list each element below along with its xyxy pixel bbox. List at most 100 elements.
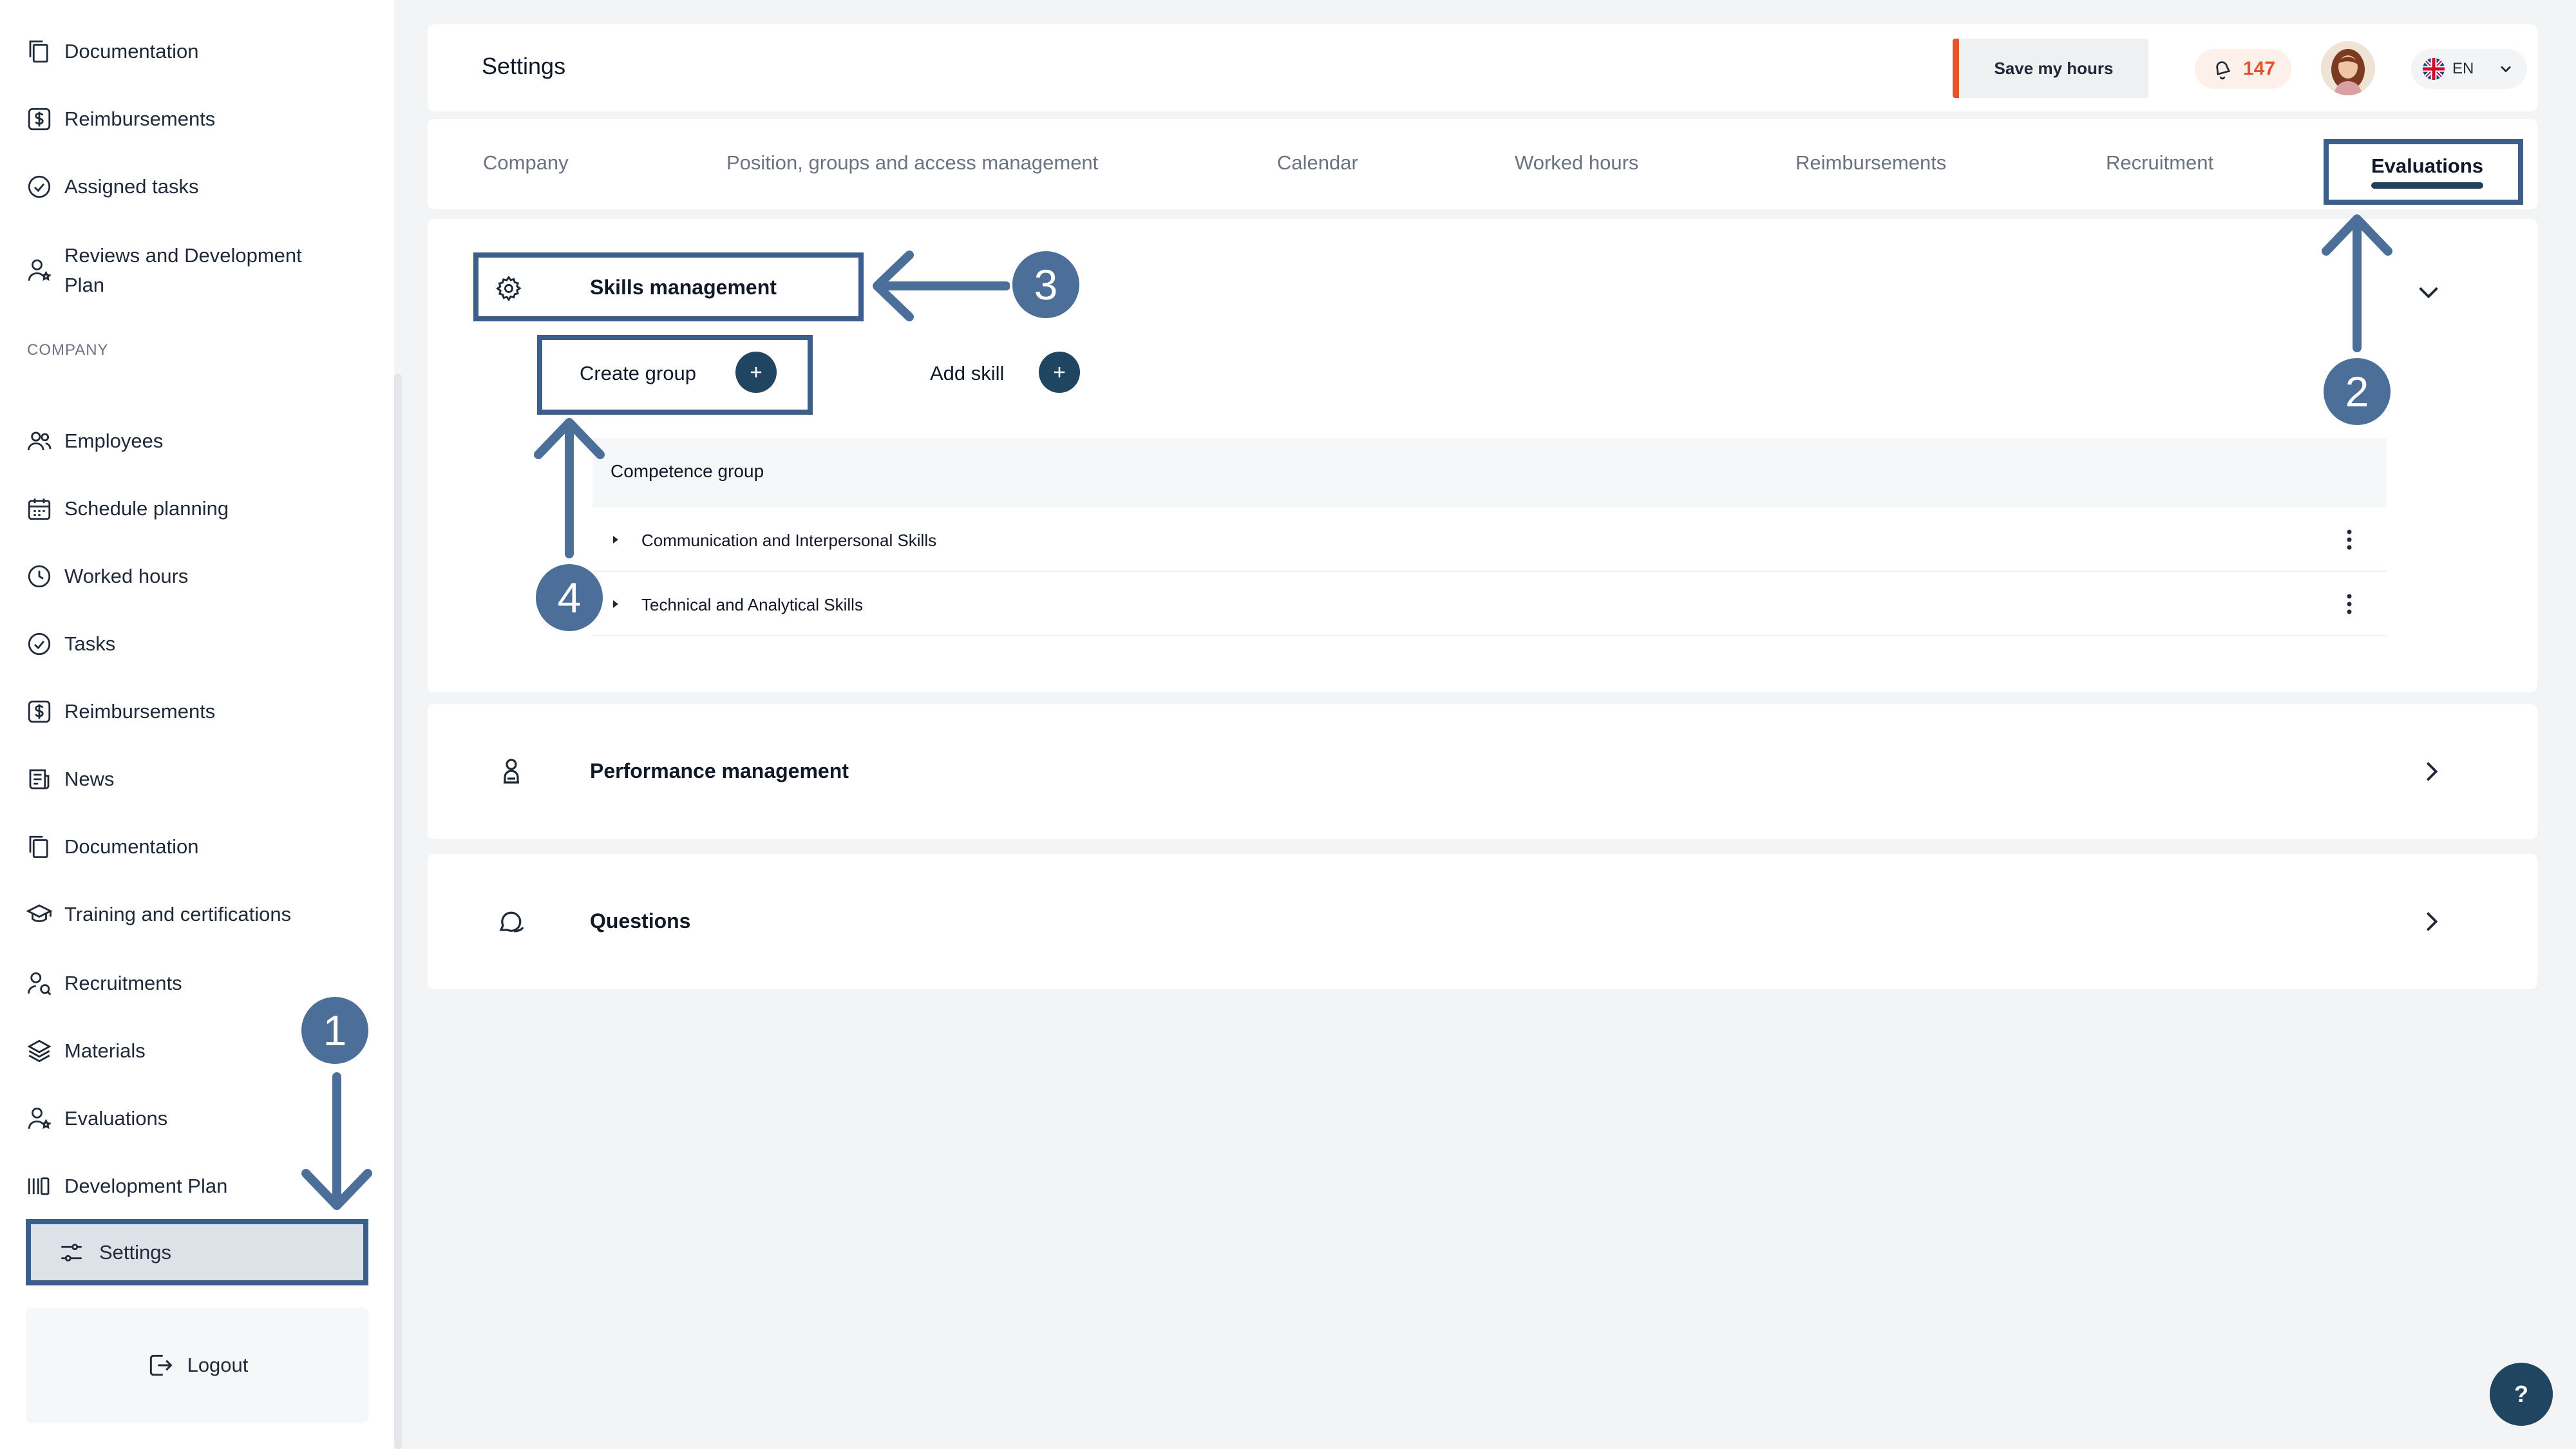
add-skill-label[interactable]: Add skill	[930, 362, 1004, 385]
sliders-icon	[61, 1243, 82, 1262]
competence-group-name: Technical and Analytical Skills	[641, 595, 863, 614]
caret-right-icon[interactable]	[611, 533, 621, 546]
layers-icon	[27, 1039, 52, 1063]
sidebar-item-reviews[interactable]: Reviews and Development Plan	[26, 238, 374, 303]
sidebar-item-label: Worked hours	[64, 565, 189, 587]
sidebar-item-label: Schedule planning	[64, 497, 229, 520]
chevron-right-icon	[2426, 912, 2438, 931]
check-circle-icon	[28, 175, 51, 198]
logout-icon	[149, 1354, 173, 1376]
sidebar-item-documentation[interactable]: Documentation	[26, 29, 374, 74]
language-label: EN	[2452, 60, 2474, 77]
questions-title: Questions	[590, 909, 691, 933]
tab-position-groups-access[interactable]: Position, groups and access management	[726, 151, 1098, 175]
competence-group-name: Communication and Interpersonal Skills	[641, 531, 937, 550]
sidebar-item-label: Settings	[99, 1240, 172, 1264]
sidebar-item-label: Documentation	[64, 835, 199, 858]
notifications-button[interactable]: 147	[2195, 49, 2291, 89]
documents-icon	[29, 835, 48, 858]
sidebar-item-assigned-tasks[interactable]: Assigned tasks	[26, 164, 374, 209]
sidebar-item-label: Evaluations	[64, 1107, 168, 1130]
documents-icon	[29, 40, 48, 63]
column-header-competence-group: Competence group	[611, 461, 764, 481]
sidebar-item-employees[interactable]: Employees	[26, 419, 374, 464]
avatar-image	[2321, 41, 2375, 95]
avatar[interactable]	[2321, 41, 2375, 95]
sidebar-item-reimbursements-company[interactable]: Reimbursements	[26, 689, 374, 734]
calendar-icon	[28, 498, 51, 520]
dollar-icon	[28, 700, 51, 723]
more-vertical-icon[interactable]	[2344, 591, 2354, 617]
chevron-right-icon	[2426, 762, 2438, 781]
dollar-icon	[28, 108, 51, 131]
performance-management-title: Performance management	[590, 759, 849, 782]
sidebar-item-schedule-planning[interactable]: Schedule planning	[26, 486, 374, 531]
tab-recruitment[interactable]: Recruitment	[2106, 151, 2213, 175]
user-search-icon	[27, 972, 52, 996]
create-group-label: Create group	[580, 362, 696, 384]
sidebar-item-worked-hours[interactable]: Worked hours	[26, 554, 374, 599]
clock-icon	[28, 565, 51, 588]
sidebar-item-documentation-company[interactable]: Documentation	[26, 824, 374, 869]
settings-tabs: Company Position, groups and access mana…	[428, 119, 2537, 209]
save-hours-button[interactable]: Save my hours	[1953, 39, 2148, 98]
sidebar: Documentation Reimbursements Assigned ta…	[0, 0, 394, 1449]
more-vertical-icon[interactable]	[2344, 527, 2354, 553]
top-bar: Settings Save my hours 147 EN	[428, 24, 2537, 111]
competence-table-header: Competence group	[592, 438, 2387, 507]
logout-button[interactable]: Logout	[26, 1307, 368, 1423]
questions-section[interactable]: Questions	[428, 854, 2537, 989]
plus-icon	[750, 366, 762, 378]
sidebar-item-evaluations[interactable]: Evaluations	[26, 1096, 374, 1141]
annotation-badge-3: 3	[1010, 249, 1082, 321]
sidebar-item-training[interactable]: Training and certifications	[26, 892, 374, 937]
user-award-icon	[504, 759, 519, 784]
news-icon	[29, 769, 50, 790]
gear-icon	[496, 276, 522, 302]
sidebar-item-label: Development Plan	[64, 1175, 228, 1197]
page-title: Settings	[482, 53, 566, 79]
sidebar-item-news[interactable]: News	[26, 757, 374, 802]
language-selector[interactable]: EN	[2411, 49, 2527, 89]
check-circle-icon	[28, 632, 51, 656]
chevron-down-icon[interactable]	[2414, 277, 2443, 307]
tab-worked-hours[interactable]: Worked hours	[1515, 151, 1638, 175]
sidebar-item-development-plan[interactable]: Development Plan	[26, 1164, 374, 1209]
performance-management-section[interactable]: Performance management	[428, 704, 2537, 839]
sidebar-item-label: Training and certifications	[64, 903, 292, 925]
tab-calendar[interactable]: Calendar	[1277, 151, 1358, 175]
chevron-down-icon	[2501, 66, 2512, 73]
uk-flag-icon	[2423, 58, 2445, 80]
annotation-badge-4: 4	[533, 562, 605, 634]
logout-label: Logout	[187, 1354, 249, 1376]
annotation-badge-1: 1	[299, 994, 371, 1066]
sidebar-item-reimbursements[interactable]: Reimbursements	[26, 97, 374, 142]
annotation-badge-2: 2	[2321, 355, 2393, 428]
sidebar-section-title: COMPANY	[27, 341, 109, 359]
help-button[interactable]: ?	[2490, 1363, 2553, 1426]
users-icon	[27, 431, 52, 451]
sidebar-scrollbar[interactable]	[394, 374, 402, 1449]
chat-bubble-icon	[499, 911, 524, 933]
active-tab-indicator	[2371, 182, 2483, 189]
user-star-icon	[28, 1107, 52, 1130]
caret-right-icon[interactable]	[611, 598, 621, 611]
tab-evaluations-label: Evaluations	[2371, 155, 2483, 177]
sidebar-item-label: Materials	[64, 1039, 146, 1062]
sidebar-item-label: Reviews and Development Plan	[64, 244, 302, 296]
sidebar-item-label: News	[64, 768, 115, 790]
tab-company[interactable]: Company	[483, 151, 569, 175]
sidebar-item-settings[interactable]: Settings	[26, 1219, 368, 1285]
table-row[interactable]: Technical and Analytical Skills	[592, 572, 2387, 636]
plus-icon	[1054, 366, 1065, 378]
add-skill-plus-button[interactable]	[1039, 352, 1080, 393]
sidebar-item-label: Assigned tasks	[64, 175, 199, 198]
tab-reimbursements[interactable]: Reimbursements	[1795, 151, 1946, 175]
create-group-plus-button[interactable]	[735, 352, 777, 393]
sidebar-item-label: Tasks	[64, 632, 116, 655]
sidebar-item-tasks[interactable]: Tasks	[26, 621, 374, 667]
notification-count: 147	[2242, 58, 2276, 79]
sidebar-item-label: Reimbursements	[64, 108, 216, 130]
sidebar-item-label: Employees	[64, 430, 164, 452]
table-row[interactable]: Communication and Interpersonal Skills	[592, 507, 2387, 572]
